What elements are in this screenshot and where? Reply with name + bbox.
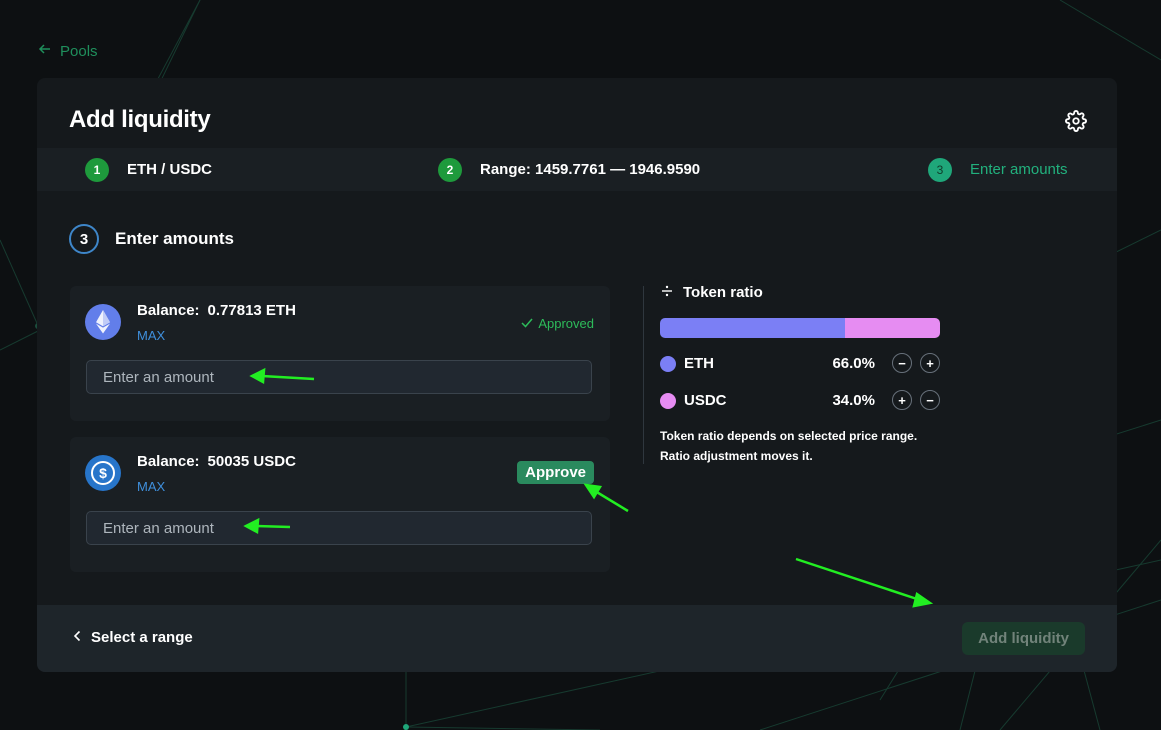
balance-label: Balance: xyxy=(137,453,200,470)
usdc-amount-input[interactable] xyxy=(86,511,592,545)
eth-decrease-button[interactable]: − xyxy=(892,353,912,373)
ratio-token-name: ETH xyxy=(684,355,714,372)
eth-deposit-box: Balance: 0.77813 ETH MAX Approved xyxy=(70,286,610,421)
eth-approved-status: Approved xyxy=(521,316,594,331)
balance-value: 0.77813 ETH xyxy=(207,302,296,319)
back-link-label: Pools xyxy=(60,42,98,60)
step-number: 1 xyxy=(85,157,109,182)
token-ratio-bar xyxy=(660,318,940,338)
arrow-left-icon xyxy=(38,42,52,60)
eth-balance: Balance: 0.77813 ETH xyxy=(137,302,296,319)
ratio-note-line: Ratio adjustment moves it. xyxy=(660,449,813,463)
usdc-decrease-button[interactable]: − xyxy=(920,390,940,410)
ratio-bar-eth-segment xyxy=(660,318,845,338)
step-label: Enter amounts xyxy=(970,161,1068,178)
ratio-percent: 66.0% xyxy=(832,355,875,372)
back-to-pools-link[interactable]: Pools xyxy=(38,42,98,60)
ratio-bar-usdc-segment xyxy=(844,318,940,338)
usdc-balance: Balance: 50035 USDC xyxy=(137,453,296,470)
ratio-note-line: Token ratio depends on selected price ra… xyxy=(660,429,918,443)
ratio-row-usdc: USDC 34.0% + − xyxy=(660,389,940,413)
check-icon xyxy=(521,316,533,331)
eth-increase-button[interactable]: + xyxy=(920,353,940,373)
usdc-max-button[interactable]: MAX xyxy=(137,479,165,494)
ratio-row-eth: ETH 66.0% − + xyxy=(660,352,940,376)
svg-text:$: $ xyxy=(99,465,107,481)
step-range[interactable]: 2 Range: 1459.7761 — 1946.9590 xyxy=(438,148,700,191)
step-number: 3 xyxy=(928,157,952,182)
divide-icon xyxy=(661,284,673,301)
balance-label: Balance: xyxy=(137,302,200,319)
approved-label: Approved xyxy=(538,316,594,331)
eth-amount-input[interactable] xyxy=(86,360,592,394)
token-ratio-note: Token ratio depends on selected price ra… xyxy=(660,426,960,466)
add-liquidity-button[interactable]: Add liquidity xyxy=(962,622,1085,655)
add-liquidity-panel: Add liquidity 1 ETH / USDC 2 Range: 1459… xyxy=(37,78,1117,672)
step-label: Range: 1459.7761 — 1946.9590 xyxy=(480,161,701,178)
footer-bar: Select a range Add liquidity xyxy=(37,605,1117,672)
ratio-percent: 34.0% xyxy=(832,392,875,409)
eth-max-button[interactable]: MAX xyxy=(137,328,165,343)
token-ratio-heading: Token ratio xyxy=(661,284,763,301)
step-enter-amounts: 3 Enter amounts xyxy=(928,148,1068,191)
usdc-increase-button[interactable]: + xyxy=(892,390,912,410)
step-number: 2 xyxy=(438,157,462,182)
select-range-back-button[interactable]: Select a range xyxy=(73,629,193,646)
usdc-approve-button[interactable]: Approve xyxy=(517,461,594,484)
back-range-label: Select a range xyxy=(91,629,193,646)
ratio-token-name: USDC xyxy=(684,392,727,409)
eth-color-dot xyxy=(660,356,676,372)
section-heading: 3 Enter amounts xyxy=(69,224,234,254)
section-number: 3 xyxy=(69,224,99,254)
token-ratio-title: Token ratio xyxy=(683,284,763,301)
usdc-color-dot xyxy=(660,393,676,409)
eth-icon xyxy=(85,304,121,340)
step-pair[interactable]: 1 ETH / USDC xyxy=(85,148,212,191)
divider xyxy=(643,286,644,464)
step-label: ETH / USDC xyxy=(127,161,213,178)
gear-icon[interactable] xyxy=(1065,110,1087,132)
progress-steps: 1 ETH / USDC 2 Range: 1459.7761 — 1946.9… xyxy=(37,148,1117,191)
page-title: Add liquidity xyxy=(69,106,211,133)
balance-value: 50035 USDC xyxy=(207,453,296,470)
section-label: Enter amounts xyxy=(115,229,235,248)
chevron-left-icon xyxy=(73,629,81,646)
usdc-deposit-box: $ Balance: 50035 USDC MAX Approve xyxy=(70,437,610,572)
usdc-icon: $ xyxy=(85,455,121,491)
